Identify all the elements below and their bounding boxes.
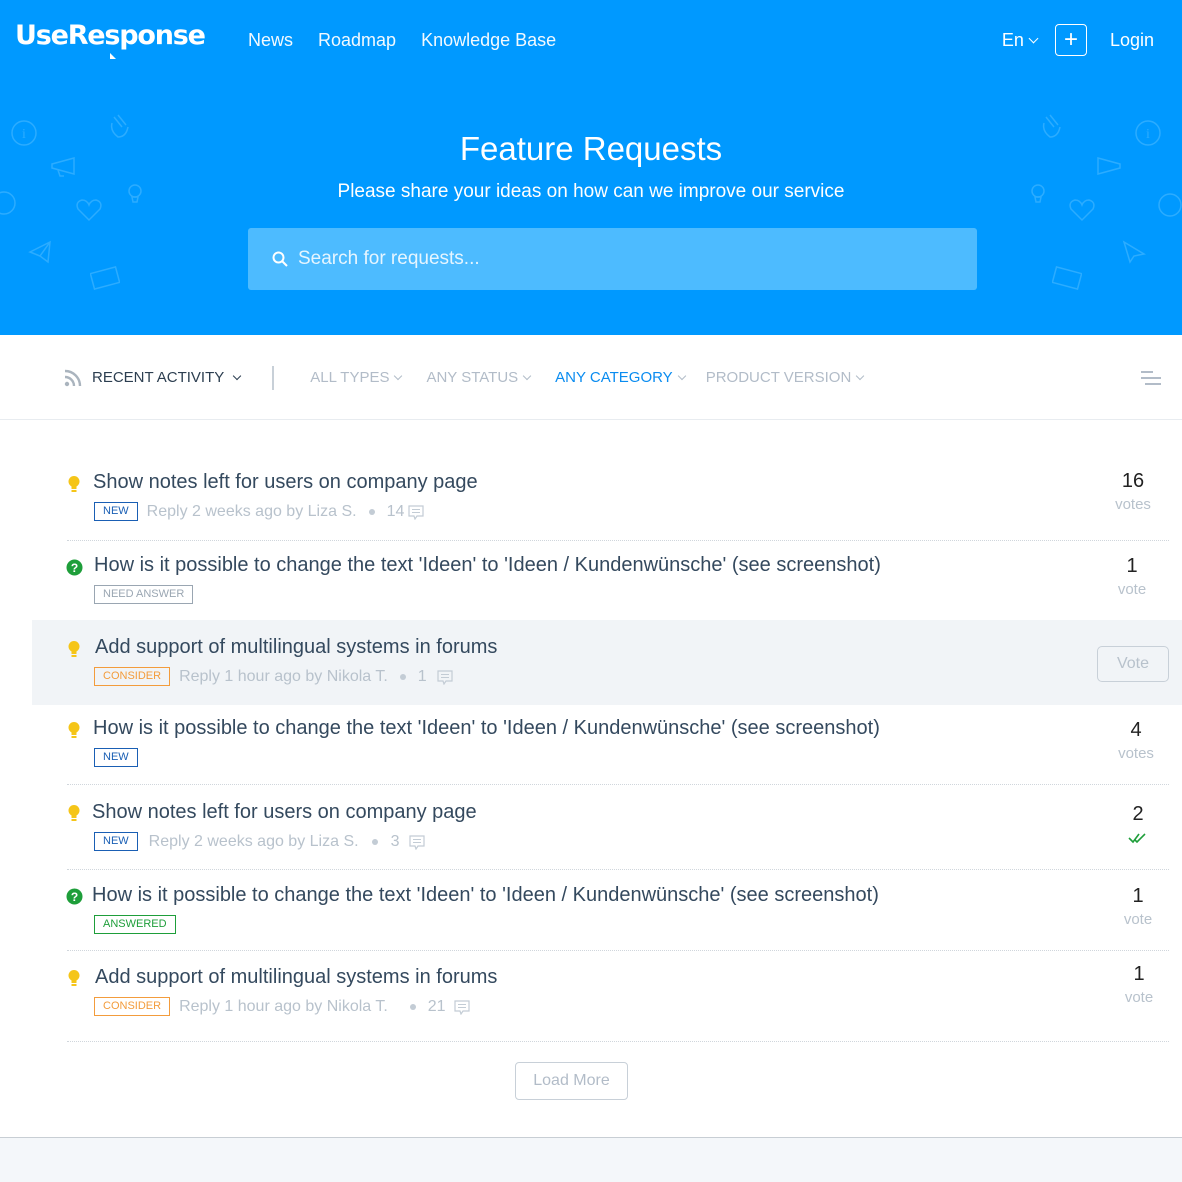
request-title[interactable]: How is it possible to change the text 'I… <box>93 717 880 740</box>
request-title[interactable]: Show notes left for users on company pag… <box>93 471 478 494</box>
sort-dropdown[interactable]: RECENT ACTIVITY <box>64 369 242 387</box>
rss-icon <box>64 369 82 386</box>
svg-text:?: ? <box>71 561 78 575</box>
lightbulb-icon <box>68 805 80 821</box>
request-title[interactable]: Add support of multilingual systems in f… <box>95 636 497 659</box>
request-item-hovered[interactable] <box>32 620 1182 705</box>
vote-button[interactable]: Vote <box>1097 646 1169 682</box>
main-nav: News Roadmap Knowledge Base <box>248 30 556 51</box>
logo[interactable]: UseResponse <box>15 20 206 59</box>
comment-icon <box>437 669 453 685</box>
lightbulb-icon <box>68 970 80 986</box>
chevron-down-icon <box>522 371 532 380</box>
header-actions: En + Login <box>1002 24 1154 56</box>
chevron-down-icon <box>677 371 686 380</box>
request-title[interactable]: How is it possible to change the text 'I… <box>92 884 879 907</box>
lightbulb-icon <box>68 722 80 738</box>
divider <box>67 950 1169 951</box>
activity-meta: Reply 1 hour ago by Nikola T. <box>179 667 388 685</box>
search-icon <box>272 251 288 267</box>
comment-icon <box>453 999 470 1015</box>
vote-count[interactable]: 1 vote <box>1109 963 1169 1006</box>
top-navbar: UseResponse News Roadmap Knowledge Base … <box>0 0 1182 80</box>
status-badge: ANSWERED <box>94 915 176 934</box>
vote-count[interactable]: 1 vote <box>1102 555 1162 598</box>
page-title: Feature Requests <box>459 130 723 167</box>
envelope-icon <box>1052 266 1082 290</box>
status-badge: NEED ANSWER <box>94 585 194 604</box>
comment-icon <box>408 504 424 520</box>
nav-roadmap[interactable]: Roadmap <box>318 30 396 51</box>
search-input[interactable] <box>298 248 918 270</box>
product-version-filter[interactable]: PRODUCT VERSION <box>706 369 865 386</box>
lightbulb-icon <box>68 476 80 492</box>
envelope-icon <box>90 266 120 290</box>
status-badge: CONSIDER <box>94 667 171 686</box>
divider <box>67 1041 1169 1042</box>
vote-count[interactable]: 1 vote <box>1108 885 1168 928</box>
category-filter[interactable]: ANY CATEGORY <box>555 369 686 386</box>
status-badge: NEW <box>94 748 138 767</box>
status-filter[interactable]: ANY STATUS <box>426 369 532 386</box>
question-icon: ? <box>66 888 83 905</box>
vote-count[interactable]: 2 <box>1108 803 1168 849</box>
chevron-down-icon <box>856 371 865 380</box>
types-filter[interactable]: ALL TYPES <box>310 369 403 386</box>
chevron-down-icon <box>394 371 403 380</box>
activity-meta: Reply 2 weeks ago by Liza S. <box>146 502 357 520</box>
filter-bar: RECENT ACTIVITY ALL TYPES ANY STATUS ANY… <box>0 335 1182 420</box>
comment-count: 1 <box>417 667 427 685</box>
comment-count: 14 <box>386 502 405 520</box>
activity-meta: Reply 1 hour ago by Nikola T. <box>179 997 388 1015</box>
nav-news[interactable]: News <box>248 30 293 51</box>
divider <box>67 784 1169 785</box>
request-title[interactable]: Show notes left for users on company pag… <box>92 801 477 824</box>
login-link[interactable]: Login <box>1110 30 1154 51</box>
paper-plane-icon <box>28 240 51 264</box>
status-badge: NEW <box>94 502 138 521</box>
voted-check-icon <box>1128 833 1146 844</box>
view-toggle-icon[interactable] <box>1141 370 1161 385</box>
add-request-button[interactable]: + <box>1054 24 1087 56</box>
svg-text:?: ? <box>71 890 78 904</box>
status-badge: CONSIDER <box>94 997 171 1016</box>
search-box <box>248 228 977 290</box>
vote-count[interactable]: 16 votes <box>1103 470 1163 513</box>
language-selector[interactable]: En <box>1002 30 1039 51</box>
filter-separator <box>272 365 275 390</box>
paper-plane-icon <box>1122 240 1146 264</box>
request-title[interactable]: How is it possible to change the text 'I… <box>94 554 881 577</box>
vote-count[interactable]: 4 votes <box>1106 719 1166 762</box>
comment-count: 3 <box>390 832 400 850</box>
divider <box>67 869 1169 870</box>
lightbulb-icon <box>68 641 80 657</box>
comment-icon <box>409 834 426 850</box>
status-badge: NEW <box>94 832 138 851</box>
comment-count: 21 <box>427 997 446 1015</box>
chevron-down-icon <box>1028 33 1039 43</box>
request-title[interactable]: Add support of multilingual systems in f… <box>95 966 497 989</box>
nav-knowledge-base[interactable]: Knowledge Base <box>421 30 556 51</box>
divider <box>67 540 1169 541</box>
hero-banner: i i UseResponse News Roadmap Knowledge B… <box>0 0 1182 335</box>
load-more-button[interactable]: Load More <box>515 1062 628 1100</box>
activity-meta: Reply 2 weeks ago by Liza S. <box>148 832 359 850</box>
chevron-down-icon <box>233 371 242 380</box>
question-icon: ? <box>66 559 83 576</box>
footer <box>0 1137 1182 1182</box>
page-subtitle: Please share your ideas on how can we im… <box>337 181 845 202</box>
plus-icon: + <box>1063 26 1078 53</box>
